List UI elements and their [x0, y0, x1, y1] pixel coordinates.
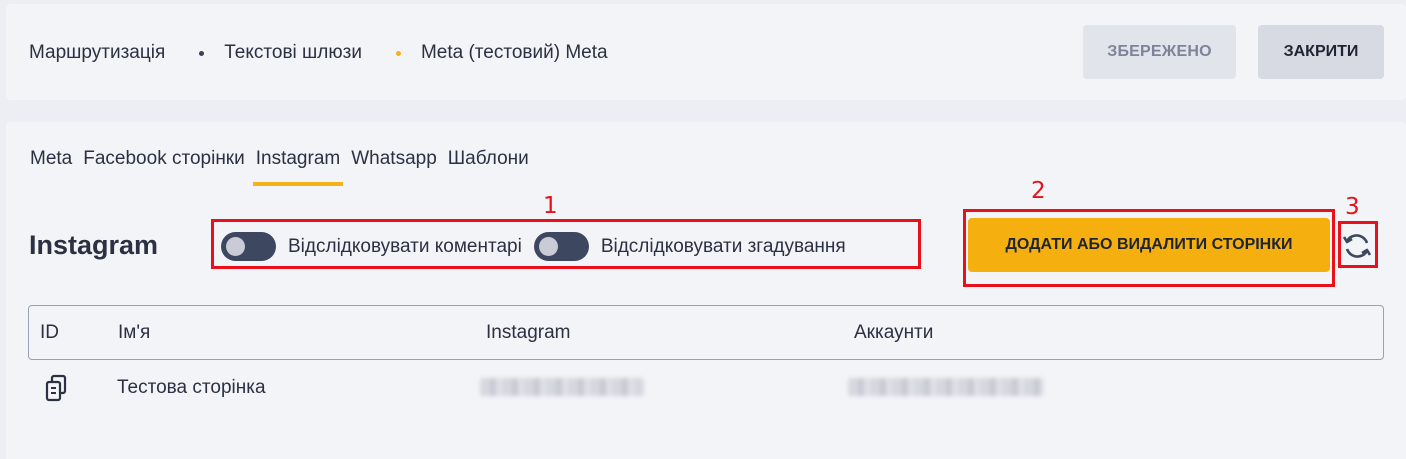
breadcrumb-separator-active	[395, 50, 401, 56]
tab-bar: Meta Facebook сторінки Instagram Whatsap…	[30, 148, 540, 186]
row-instagram-redacted	[480, 378, 644, 396]
annotation-number-1: 1	[543, 193, 558, 219]
column-accounts: Аккаунти	[854, 322, 934, 343]
tab-instagram[interactable]: Instagram	[252, 148, 344, 186]
breadcrumb-item-current: Meta (тестовий) Meta	[420, 42, 608, 63]
toggle-track-mentions[interactable]	[533, 232, 589, 261]
column-id: ID	[40, 322, 59, 343]
tab-facebook-pages[interactable]: Facebook сторінки	[83, 148, 244, 186]
breadcrumb-item-routing[interactable]: Маршрутизація	[29, 42, 165, 64]
tab-whatsapp[interactable]: Whatsapp	[351, 148, 437, 186]
toggle-track-comments-label: Відслідковувати коментарі	[288, 235, 522, 257]
toggle-knob	[226, 237, 245, 256]
row-accounts-redacted	[848, 378, 1044, 396]
section-title: Instagram	[29, 230, 159, 260]
close-button[interactable]: ЗАКРИТИ	[1258, 25, 1384, 79]
toggle-track-comments[interactable]	[221, 232, 276, 261]
main-panel: Meta Facebook сторінки Instagram Whatsap…	[6, 122, 1406, 459]
breadcrumb-item-text-gateways[interactable]: Текстові шлюзи	[224, 42, 362, 64]
tab-meta[interactable]: Meta	[30, 148, 72, 186]
column-instagram: Instagram	[486, 322, 571, 343]
top-bar: Маршрутизація Текстові шлюзи Meta (тесто…	[6, 4, 1406, 100]
table-header: ID Ім'я Instagram Аккаунти	[28, 305, 1384, 360]
tracking-toggles: Відслідковувати коментарі Відслідковуват…	[221, 232, 858, 261]
toggle-track-mentions-label: Відслідковувати згадування	[600, 235, 846, 257]
column-name: Ім'я	[118, 322, 151, 343]
saved-button[interactable]: ЗБЕРЕЖЕНО	[1083, 25, 1236, 79]
annotation-number-2: 2	[1031, 178, 1046, 204]
add-remove-pages-button[interactable]: ДОДАТИ АБО ВИДАЛИТИ СТОРІНКИ	[968, 218, 1330, 272]
toggle-knob	[538, 237, 558, 256]
tab-templates[interactable]: Шаблони	[448, 148, 529, 186]
refresh-icon[interactable]	[1341, 230, 1373, 262]
copy-icon[interactable]	[44, 374, 68, 402]
breadcrumb: Маршрутизація Текстові шлюзи Meta (тесто…	[29, 42, 608, 64]
row-name: Тестова сторінка	[117, 377, 266, 398]
table-row[interactable]: Тестова сторінка	[28, 362, 1384, 412]
breadcrumb-separator	[199, 50, 205, 56]
annotation-number-3: 3	[1345, 194, 1360, 220]
